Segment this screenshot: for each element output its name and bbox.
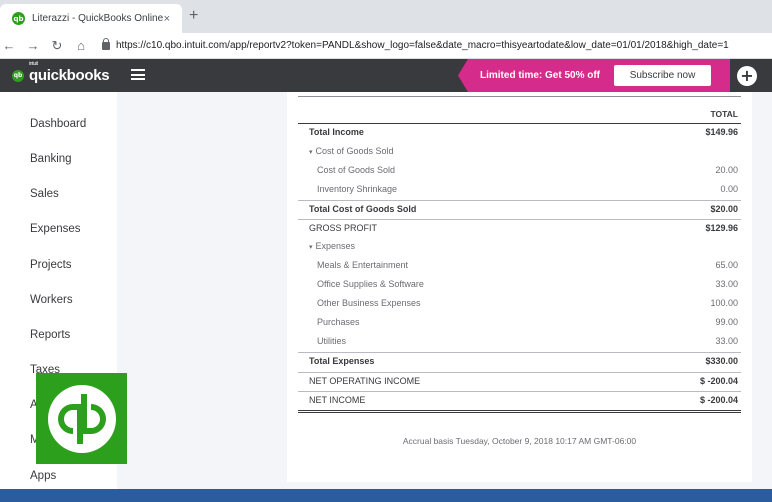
report-row[interactable]: Inventory Shrinkage 0.00 xyxy=(298,181,741,200)
row-value[interactable]: 20.00 xyxy=(715,165,738,175)
row-label: Meals & Entertainment xyxy=(317,260,409,270)
sidebar-item-dashboard[interactable]: Dashboard xyxy=(30,118,86,130)
quickbooks-favicon-icon: qb xyxy=(12,12,25,25)
row-value[interactable]: $20.00 xyxy=(710,204,738,214)
report-row[interactable]: Utilities 33.00 xyxy=(298,333,741,352)
promo-banner: Limited time: Get 50% off Subscribe now xyxy=(458,59,730,92)
row-label: Utilities xyxy=(317,336,347,346)
sidebar-item-reports[interactable]: Reports xyxy=(30,329,70,341)
row-value[interactable]: 33.00 xyxy=(715,336,738,346)
browser-tab[interactable]: qb Literazzi - QuickBooks Online × xyxy=(0,4,182,33)
report-row[interactable]: Other Business Expenses 100.00 xyxy=(298,295,741,314)
address-bar: ← → ↻ ⌂ https://c10.qbo.intuit.com/app/r… xyxy=(0,33,772,59)
report-row[interactable]: NET INCOME $ -200.04 xyxy=(298,391,741,413)
report-footer: Accrual basis Tuesday, October 9, 2018 1… xyxy=(402,436,637,446)
row-label: Inventory Shrinkage xyxy=(317,184,398,194)
row-value[interactable]: $129.96 xyxy=(705,223,738,233)
sidebar-item-banking[interactable]: Banking xyxy=(30,153,72,165)
row-label[interactable]: ▾ Cost of Goods Sold xyxy=(309,146,394,156)
subscribe-now-button[interactable]: Subscribe now xyxy=(614,65,711,86)
row-value[interactable]: $330.00 xyxy=(705,356,738,366)
row-value[interactable]: 100.00 xyxy=(710,298,738,308)
report-row[interactable]: ▾ Cost of Goods Sold xyxy=(298,143,741,162)
quickbooks-logo-overlay xyxy=(36,373,127,464)
tab-title: Literazzi - QuickBooks Online xyxy=(32,13,164,24)
back-icon[interactable]: ← xyxy=(2,38,16,53)
report-row[interactable]: Total Cost of Goods Sold $20.00 xyxy=(298,200,741,219)
report-row[interactable]: Purchases 99.00 xyxy=(298,314,741,333)
bottom-bar xyxy=(0,489,772,502)
row-label: Cost of Goods Sold xyxy=(317,165,396,175)
row-value[interactable]: $ -200.04 xyxy=(700,395,738,405)
report-row[interactable]: Office Supplies & Software 33.00 xyxy=(298,276,741,295)
promo-text: Limited time: Get 50% off xyxy=(480,70,601,81)
create-plus-icon[interactable]: + xyxy=(737,66,757,86)
row-label: Total Expenses xyxy=(309,356,375,366)
url-field[interactable]: https://c10.qbo.intuit.com/app/reportv2?… xyxy=(116,40,729,51)
close-tab-icon[interactable]: × xyxy=(164,13,170,25)
row-label-text: Expenses xyxy=(315,241,356,251)
report-row[interactable]: ▾ Expenses xyxy=(298,238,741,257)
app-header: qb intuit quickbooks Limited time: Get 50… xyxy=(0,59,772,92)
report-row[interactable]: Total Income $149.96 xyxy=(298,124,741,143)
row-value[interactable]: 33.00 xyxy=(715,279,738,289)
row-label: Total Cost of Goods Sold xyxy=(309,204,417,214)
report-row[interactable]: Total Expenses $330.00 xyxy=(298,352,741,371)
browser-tab-strip: qb Literazzi - QuickBooks Online × + xyxy=(0,0,772,33)
column-header-total: TOTAL xyxy=(710,109,738,119)
forward-icon[interactable]: → xyxy=(26,38,40,53)
row-value[interactable]: 0.00 xyxy=(720,184,738,194)
sidebar-item-projects[interactable]: Projects xyxy=(30,259,72,271)
lock-icon[interactable] xyxy=(102,37,110,50)
sidebar-item-apps[interactable]: Apps xyxy=(30,470,56,482)
new-tab-icon[interactable]: + xyxy=(189,7,198,25)
logo-wordmark: intuit quickbooks xyxy=(29,61,110,84)
row-label: Purchases xyxy=(317,317,360,327)
collapse-caret-icon[interactable]: ▾ xyxy=(309,149,313,156)
row-label-text: Cost of Goods Sold xyxy=(315,146,394,156)
sidebar-item-workers[interactable]: Workers xyxy=(30,294,73,306)
report-row[interactable]: GROSS PROFIT $129.96 xyxy=(298,219,741,238)
row-value[interactable]: $149.96 xyxy=(705,127,738,137)
row-label: Other Business Expenses xyxy=(317,298,421,308)
profit-and-loss-report: TOTAL Total Income $149.96 ▾ Cost of Good… xyxy=(287,92,752,482)
logo-intuit: intuit xyxy=(29,61,38,67)
quickbooks-logo-icon xyxy=(47,384,116,453)
row-value[interactable]: $ -200.04 xyxy=(700,376,738,386)
menu-icon[interactable] xyxy=(131,68,145,81)
row-label[interactable]: ▾ Expenses xyxy=(309,241,355,251)
row-value[interactable]: 99.00 xyxy=(715,317,738,327)
row-label: GROSS PROFIT xyxy=(309,223,378,233)
row-label: NET INCOME xyxy=(309,395,366,405)
row-label: NET OPERATING INCOME xyxy=(309,376,421,386)
report-top-rule xyxy=(298,96,741,97)
collapse-caret-icon[interactable]: ▾ xyxy=(309,244,313,251)
row-label: Total Income xyxy=(309,127,364,137)
home-icon[interactable]: ⌂ xyxy=(74,38,88,53)
row-label: Office Supplies & Software xyxy=(317,279,424,289)
reload-icon[interactable]: ↻ xyxy=(50,38,64,54)
sidebar-item-sales[interactable]: Sales xyxy=(30,188,59,200)
quickbooks-logo[interactable]: qb intuit quickbooks xyxy=(12,61,110,84)
report-row[interactable]: Meals & Entertainment 65.00 xyxy=(298,257,741,276)
report-row[interactable]: Cost of Goods Sold 20.00 xyxy=(298,162,741,181)
report-row[interactable]: NET OPERATING INCOME $ -200.04 xyxy=(298,372,741,391)
logo-text: quickbooks xyxy=(29,67,110,84)
row-value[interactable]: 65.00 xyxy=(715,260,738,270)
quickbooks-badge-icon: qb xyxy=(12,69,24,82)
sidebar-item-expenses[interactable]: Expenses xyxy=(30,223,81,235)
